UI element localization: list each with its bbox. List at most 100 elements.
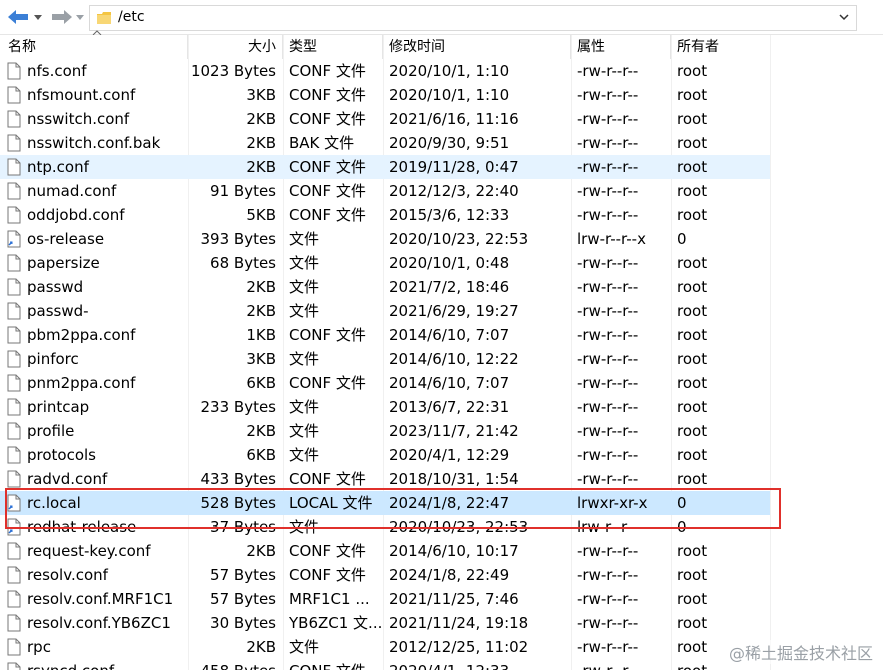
file-size: 1KB: [246, 326, 276, 344]
file-name: papersize: [27, 254, 100, 272]
file-icon: [7, 86, 21, 104]
folder-icon: [97, 12, 111, 24]
file-icon: [7, 62, 21, 80]
file-modified: 2021/11/25, 7:46: [389, 590, 519, 608]
file-attributes: -rw-r--r--: [577, 134, 639, 152]
file-owner: 0: [677, 230, 687, 248]
watermark: @稀土掘金技术社区: [728, 640, 873, 664]
file-owner: root: [677, 110, 708, 128]
file-row[interactable]: nfs.conf 1023 Bytes CONF 文件 2020/10/1, 1:10…: [0, 59, 770, 83]
file-row[interactable]: pinforc 3KB 文件 2014/6/10, 12:22 -rw-r--r-- ro…: [0, 347, 770, 371]
file-row[interactable]: passwd 2KB 文件 2021/7/2, 18:46 -rw-r--r-- root: [0, 275, 770, 299]
file-type: 文件: [289, 398, 320, 416]
file-modified: 2014/6/10, 7:07: [389, 326, 510, 344]
file-owner: root: [677, 158, 708, 176]
file-owner: root: [677, 182, 708, 200]
file-attributes: lrw-r--r--x: [577, 230, 646, 248]
file-row[interactable]: protocols 6KB 文件 2020/4/1, 12:29 -rw-r--r-- r…: [0, 443, 770, 467]
file-name: pbm2ppa.conf: [27, 326, 136, 344]
file-type: YB6ZC1 文...: [289, 614, 381, 632]
file-size: 6KB: [246, 374, 276, 392]
forward-arrow-icon[interactable]: [48, 6, 88, 28]
file-icon: [7, 158, 21, 176]
file-modified: 2020/10/1, 1:10: [389, 62, 510, 80]
file-modified: 2024/1/8, 22:49: [389, 566, 510, 584]
file-attributes: -rw-r--r--: [577, 566, 639, 584]
file-name: passwd: [27, 278, 84, 296]
file-row[interactable]: papersize 68 Bytes 文件 2020/10/1, 0:48 -rw-r-…: [0, 251, 770, 275]
file-row[interactable]: printcap 233 Bytes 文件 2013/6/7, 22:31 -rw-r-…: [0, 395, 770, 419]
file-owner: root: [677, 566, 708, 584]
file-attributes: -rw-r--r--: [577, 446, 639, 464]
file-name: nfsmount.conf: [27, 86, 136, 104]
file-name: resolv.conf.YB6ZC1: [27, 614, 171, 632]
file-name: resolv.conf.MRF1C1: [27, 590, 174, 608]
file-row[interactable]: profile 2KB 文件 2023/11/7, 21:42 -rw-r--r-- ro…: [0, 419, 770, 443]
file-attributes: -rw-r--r--: [577, 614, 639, 632]
file-row[interactable]: pbm2ppa.conf 1KB CONF 文件 2014/6/10, 7:07 -rw…: [0, 323, 770, 347]
address-bar[interactable]: /etc: [89, 5, 857, 31]
file-icon: [7, 590, 21, 608]
file-type: 文件: [289, 278, 320, 296]
file-modified: 2012/12/25, 11:02: [389, 638, 529, 656]
file-row[interactable]: resolv.conf.MRF1C1 57 Bytes MRF1C1 ... 2021…: [0, 587, 770, 611]
file-row[interactable]: oddjobd.conf 5KB CONF 文件 2015/3/6, 12:33 -rw…: [0, 203, 770, 227]
file-row[interactable]: ntp.conf 2KB CONF 文件 2019/11/28, 0:47 -rw-r-…: [0, 155, 770, 179]
file-row[interactable]: resolv.conf 57 Bytes CONF 文件 2024/1/8, 22:4…: [0, 563, 770, 587]
file-attributes: -rw-r--r--: [577, 182, 639, 200]
file-row[interactable]: passwd- 2KB 文件 2021/6/29, 19:27 -rw-r--r-- ro…: [0, 299, 770, 323]
file-type: CONF 文件: [289, 326, 366, 344]
file-icon: [7, 326, 21, 344]
chevron-down-icon[interactable]: [838, 11, 850, 23]
file-attributes: -rw-r--r--: [577, 62, 639, 80]
file-size: 6KB: [246, 446, 276, 464]
file-type: MRF1C1 ...: [289, 590, 370, 608]
file-row[interactable]: nsswitch.conf.bak 2KB BAK 文件 2020/9/30, 9:5…: [0, 131, 770, 155]
file-row[interactable]: numad.conf 91 Bytes CONF 文件 2012/12/3, 22:4…: [0, 179, 770, 203]
file-size: 2KB: [246, 110, 276, 128]
header-attributes[interactable]: 属性: [571, 35, 671, 59]
file-row[interactable]: os-release 393 Bytes 文件 2020/10/23, 22:53 lr…: [0, 227, 770, 251]
file-type: 文件: [289, 422, 320, 440]
file-modified: 2015/3/6, 12:33: [389, 206, 510, 224]
file-size: 5KB: [246, 206, 276, 224]
file-type: CONF 文件: [289, 374, 366, 392]
file-icon: [7, 254, 21, 272]
file-icon: [7, 614, 21, 632]
back-arrow-icon[interactable]: [4, 6, 44, 28]
file-size: 3KB: [246, 350, 276, 368]
header-type[interactable]: 类型: [283, 35, 383, 59]
file-row[interactable]: request-key.conf 2KB CONF 文件 2014/6/10, 10:…: [0, 539, 770, 563]
file-row[interactable]: resolv.conf.YB6ZC1 30 Bytes YB6ZC1 文... 202…: [0, 611, 770, 635]
file-row[interactable]: pnm2ppa.conf 6KB CONF 文件 2014/6/10, 7:07 -rw…: [0, 371, 770, 395]
file-size: 2KB: [246, 422, 276, 440]
file-owner: root: [677, 206, 708, 224]
file-size: 57 Bytes: [210, 566, 276, 584]
file-row[interactable]: rsyncd.conf458 Bytes CONF 文件 2020/4/1, 12:…: [0, 659, 770, 670]
file-name: nsswitch.conf: [27, 110, 130, 128]
file-row[interactable]: nsswitch.conf 2KB CONF 文件 2021/6/16, 11:16 -…: [0, 107, 770, 131]
file-row[interactable]: nfsmount.conf 3KB CONF 文件 2020/10/1, 1:10 -r…: [0, 83, 770, 107]
header-modified[interactable]: 修改时间: [383, 35, 571, 59]
file-type: CONF 文件: [289, 158, 366, 176]
file-modified: 2021/7/2, 18:46: [389, 278, 510, 296]
file-attributes: -rw-r--r--: [577, 254, 639, 272]
file-type: CONF 文件: [289, 86, 366, 104]
file-type: CONF 文件: [289, 659, 381, 670]
file-owner: root: [677, 134, 708, 152]
file-row[interactable]: rpc 2KB 文件 2012/12/25, 11:02 -rw-r--r-- root: [0, 635, 770, 659]
file-attributes: -rw-r--r--: [577, 158, 639, 176]
header-name[interactable]: 名称: [0, 35, 188, 59]
file-modified: 2020/4/1, 12:29: [389, 446, 510, 464]
file-owner: root: [677, 86, 708, 104]
header-owner[interactable]: 所有者: [671, 35, 771, 59]
file-owner: root: [677, 422, 708, 440]
file-attributes: -rw-r--r--: [577, 398, 639, 416]
file-size: 68 Bytes: [210, 254, 276, 272]
file-attributes: -rw-r--r--: [577, 278, 639, 296]
header-size[interactable]: 大小: [188, 35, 283, 59]
file-name: protocols: [27, 446, 97, 464]
file-name: nfs.conf: [27, 62, 87, 80]
file-owner: root: [677, 614, 708, 632]
file-name: rsyncd.conf: [27, 659, 187, 670]
